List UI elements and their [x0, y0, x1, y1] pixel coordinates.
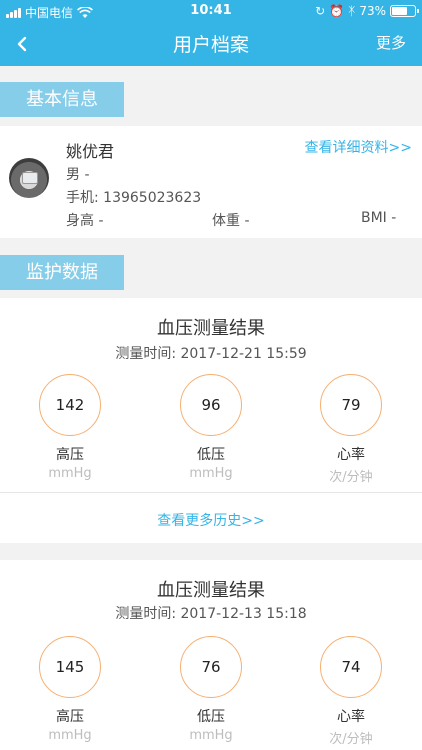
- metric-value-circle: 76: [180, 636, 242, 698]
- metric-value-circle: 142: [39, 374, 101, 436]
- measurement-card: 血压测量结果 测量时间: 2017-12-21 15:59 142 高压 mmH…: [0, 298, 422, 543]
- metric-label: 心率: [337, 709, 365, 725]
- metric-systolic: 145 高压 mmHg: [30, 636, 110, 743]
- metric-heart-rate: 79 心率 次/分钟: [311, 374, 391, 485]
- metric-label: 高压: [56, 709, 84, 725]
- metric-unit: 次/分钟: [329, 470, 373, 485]
- divider: [0, 492, 422, 493]
- metric-label: 低压: [197, 447, 225, 463]
- metric-diastolic: 76 低压 mmHg: [171, 636, 251, 743]
- view-more-history-link[interactable]: 查看更多历史>>: [0, 510, 422, 530]
- metric-value-circle: 145: [39, 636, 101, 698]
- battery-icon: [390, 5, 419, 17]
- more-button[interactable]: 更多: [376, 32, 406, 53]
- avatar[interactable]: [9, 158, 49, 198]
- metric-value-circle: 96: [180, 374, 242, 436]
- battery-level: [392, 7, 407, 15]
- metric-unit: mmHg: [48, 466, 92, 481]
- battery-percent: 73%: [359, 4, 386, 18]
- basic-info-card: 姚优君 查看详细资料>> 男 - 手机: 13965023623 身高 - 体重…: [0, 126, 422, 238]
- metric-unit: mmHg: [189, 728, 233, 743]
- bmi-field: BMI -: [361, 210, 397, 226]
- measurement-title: 血压测量结果: [157, 580, 265, 601]
- page-title: 用户档案: [172, 34, 249, 56]
- metric-label: 高压: [56, 447, 84, 463]
- metric-unit: 次/分钟: [329, 732, 373, 747]
- metric-heart-rate: 74 心率 次/分钟: [311, 636, 391, 747]
- status-right: ↻ ⏰ ᛡ 73%: [315, 4, 419, 18]
- metric-systolic: 142 高压 mmHg: [30, 374, 110, 481]
- gender-field: 男 -: [66, 167, 90, 183]
- measurement-title: 血压测量结果: [157, 318, 265, 339]
- metric-unit: mmHg: [48, 728, 92, 743]
- nav-bar: 用户档案 更多: [0, 22, 422, 66]
- metric-label: 低压: [197, 709, 225, 725]
- height-field: 身高 -: [66, 213, 104, 229]
- measurement-card: 血压测量结果 测量时间: 2017-12-13 15:18 145 高压 mmH…: [0, 560, 422, 750]
- status-bar: 中国电信 10:41 ↻ ⏰ ᛡ 73%: [0, 0, 422, 22]
- metric-unit: mmHg: [189, 466, 233, 481]
- orientation-lock-icon: ↻: [315, 4, 326, 18]
- user-name: 姚优君: [66, 142, 115, 161]
- section-label-basic-info: 基本信息: [0, 82, 124, 117]
- metric-label: 心率: [337, 447, 365, 463]
- metric-value-circle: 74: [320, 636, 382, 698]
- metric-value-circle: 79: [320, 374, 382, 436]
- metric-diastolic: 96 低压 mmHg: [171, 374, 251, 481]
- app-header: 中国电信 10:41 ↻ ⏰ ᛡ 73% 用户档案 更多: [0, 0, 422, 66]
- section-label-monitor: 监护数据: [0, 255, 124, 290]
- weight-field: 体重 -: [212, 213, 250, 229]
- bluetooth-icon: ᛡ: [348, 4, 356, 18]
- measurement-time: 测量时间: 2017-12-21 15:59: [115, 346, 307, 362]
- view-details-link[interactable]: 查看详细资料>>: [305, 137, 412, 157]
- phone-field: 手机: 13965023623: [66, 190, 202, 206]
- alarm-icon: ⏰: [329, 4, 345, 18]
- measurement-time: 测量时间: 2017-12-13 15:18: [115, 606, 307, 622]
